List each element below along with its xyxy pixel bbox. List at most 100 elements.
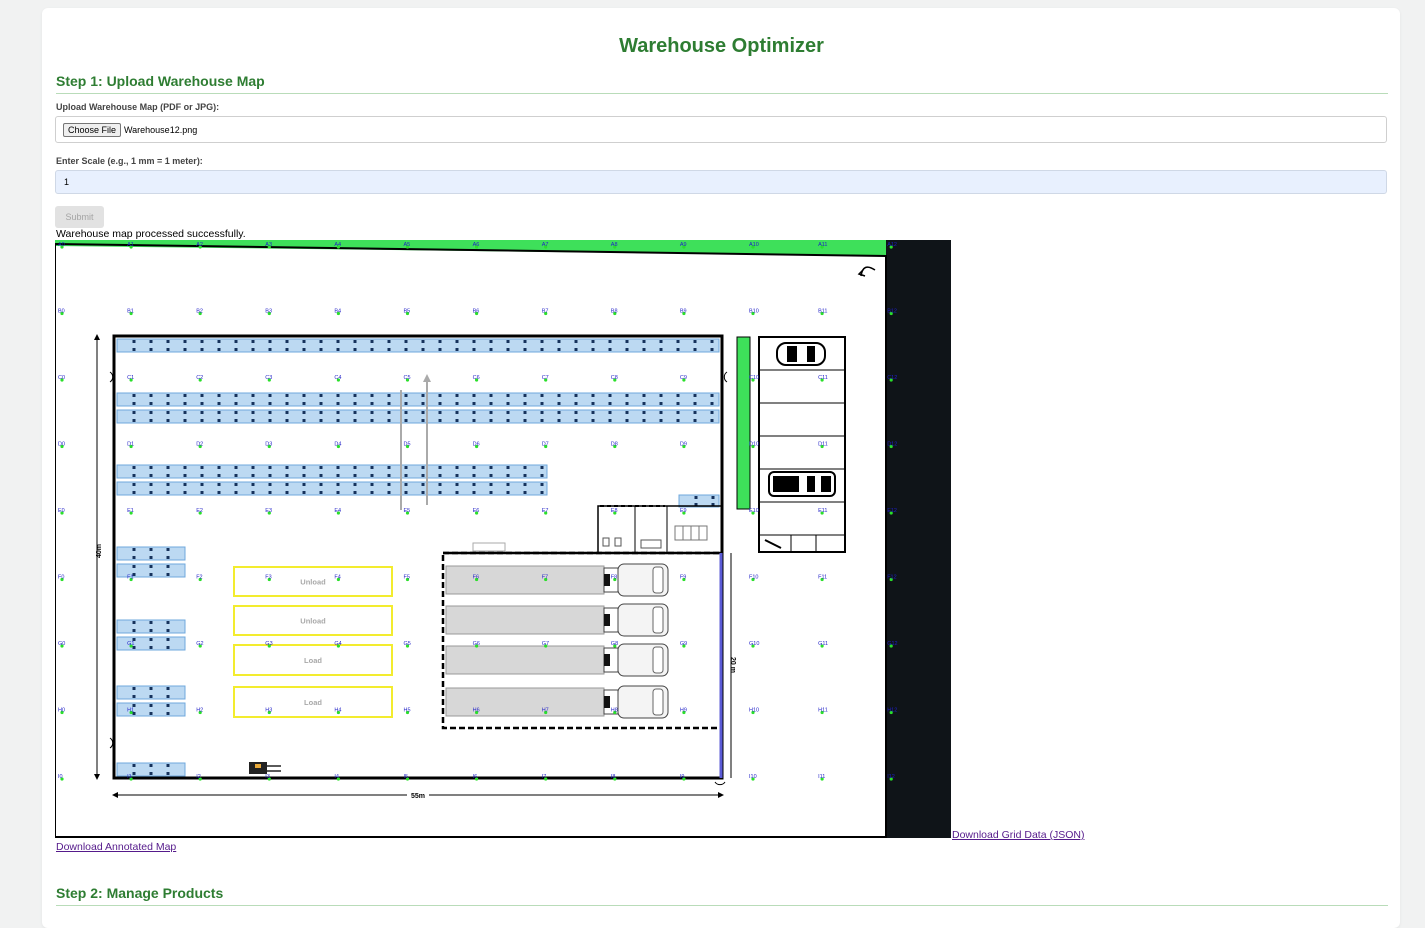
grid-cell-marker: F3 xyxy=(265,575,272,582)
grid-cell-marker: A7 xyxy=(542,242,548,249)
rack-unit xyxy=(116,481,548,496)
grid-cell-marker: G11 xyxy=(818,641,828,648)
grid-cell-marker: A12 xyxy=(887,242,897,249)
grid-cell-label: E3 xyxy=(265,508,272,514)
grid-cell-label: B11 xyxy=(818,309,827,315)
grid-cell-marker: A8 xyxy=(611,242,618,249)
forklift-icon xyxy=(249,762,281,774)
grid-cell-marker: D10 xyxy=(749,442,759,449)
grid-cell-marker: D9 xyxy=(680,442,687,449)
grid-cell-label: E0 xyxy=(58,508,65,514)
grid-cell-marker: C1 xyxy=(127,375,134,382)
grid-cell-marker: H10 xyxy=(749,708,759,715)
grid-cell-marker: E9 xyxy=(680,508,687,515)
grid-cell-marker: H4 xyxy=(334,708,341,715)
grid-cell-marker: G2 xyxy=(196,641,204,648)
grid-cell-label: F3 xyxy=(265,575,271,581)
grid-cell-label: C9 xyxy=(680,375,687,381)
grid-cell-label: H7 xyxy=(542,708,549,714)
grid-cell-label: E10 xyxy=(749,508,759,514)
grid-cell-label: E2 xyxy=(196,508,203,514)
bike-icon xyxy=(764,539,782,549)
grid-cell-label: E4 xyxy=(334,508,341,514)
grid-cell-marker: A3 xyxy=(265,242,272,249)
grid-cell-marker: C5 xyxy=(404,375,411,382)
grid-cell-label: F4 xyxy=(334,575,340,581)
grid-cell-label: C8 xyxy=(611,375,618,381)
grid-cell-label: G0 xyxy=(58,641,65,647)
submit-button[interactable]: Submit xyxy=(55,206,104,228)
grid-cell-marker: F10 xyxy=(749,575,758,582)
grid-cell-label: E12 xyxy=(887,508,897,514)
grid-cell-marker: A11 xyxy=(818,242,827,249)
annotated-warehouse-map: Unload Unload Load Load 40m 55m 20 m A0 A1 A2… xyxy=(55,240,951,838)
scale-label: Enter Scale (e.g., 1 mm = 1 meter): xyxy=(56,156,203,166)
rack-unit xyxy=(116,546,186,561)
grid-cell-label: G1 xyxy=(127,641,134,647)
dock-truck xyxy=(445,563,669,597)
grid-cell-marker: C11 xyxy=(818,375,828,382)
grid-cell-marker: G10 xyxy=(749,641,759,648)
grid-cell-marker: B6 xyxy=(473,309,479,316)
grid-cell-marker: F6 xyxy=(473,575,479,582)
grid-cell-label: I4 xyxy=(334,774,339,780)
height-dimension-label: 40m xyxy=(96,544,103,558)
grid-cell-label: C0 xyxy=(58,375,65,381)
grid-cell-marker: D0 xyxy=(58,442,65,449)
grid-cell-label: A10 xyxy=(749,242,759,248)
grid-cell-label: B12 xyxy=(887,309,897,315)
grid-cell-marker: G8 xyxy=(611,641,618,648)
grid-cell-label: I10 xyxy=(749,774,757,780)
grid-cell-label: B2 xyxy=(196,309,203,315)
grid-cell-label: I7 xyxy=(542,774,547,780)
grid-cell-label: H0 xyxy=(58,708,65,714)
download-annotated-map-link[interactable]: Download Annotated Map xyxy=(56,841,176,853)
grid-cell-marker: C8 xyxy=(611,375,618,382)
rack-unit xyxy=(116,464,548,479)
door-icon xyxy=(109,371,114,383)
selected-file-name: Warehouse12.png xyxy=(124,125,198,135)
grid-cell-marker: F11 xyxy=(818,575,827,582)
download-grid-json-link[interactable]: Download Grid Data (JSON) xyxy=(952,829,1084,841)
grid-cell-label: A9 xyxy=(680,242,687,248)
grid-cell-label: F0 xyxy=(58,575,64,581)
grid-cell-label: A11 xyxy=(818,242,827,248)
grid-cell-marker: E3 xyxy=(265,508,272,515)
grid-cell-label: F11 xyxy=(818,575,827,581)
loading-zones: Unload Unload Load Load xyxy=(233,566,393,718)
grid-cell-marker: B11 xyxy=(818,309,827,316)
grid-cell-label: B7 xyxy=(542,309,549,315)
grid-cell-label: D6 xyxy=(473,442,480,448)
file-input[interactable]: Choose File Warehouse12.png xyxy=(55,116,1387,143)
grid-cell-marker: G7 xyxy=(542,641,549,648)
grid-cell-label: D1 xyxy=(127,442,134,448)
grid-cell-label: B1 xyxy=(127,309,134,315)
grid-cell-label: H1 xyxy=(127,708,134,714)
grid-cell-label: I9 xyxy=(680,774,685,780)
grid-cell-label: E6 xyxy=(473,508,480,514)
grid-cell-label: H10 xyxy=(749,708,759,714)
grid-cell-marker: A5 xyxy=(404,242,410,249)
upload-label: Upload Warehouse Map (PDF or JPG): xyxy=(56,102,220,112)
grid-cell-marker: G6 xyxy=(473,641,480,648)
grid-cell-label: G9 xyxy=(680,641,687,647)
rack-unit xyxy=(116,392,720,407)
choose-file-button[interactable]: Choose File xyxy=(63,123,122,137)
grid-cell-label: E1 xyxy=(127,508,134,514)
grid-cell-marker: A2 xyxy=(196,242,203,249)
loading-zone: Unload xyxy=(233,605,393,636)
loading-zone: Unload xyxy=(233,566,393,597)
grid-cell-label: D10 xyxy=(749,442,759,448)
grid-cell-marker: A9 xyxy=(680,242,687,249)
grid-cell-label: D12 xyxy=(887,442,897,448)
grid-cell-label: D11 xyxy=(818,442,828,448)
grid-cell-label: C6 xyxy=(473,375,480,381)
grid-cell-label: G4 xyxy=(334,641,341,647)
grid-cell-marker: D11 xyxy=(818,442,828,449)
grid-cell-marker: G0 xyxy=(58,641,65,648)
grid-cell-marker: C7 xyxy=(542,375,549,382)
grid-cell-marker: F12 xyxy=(887,575,897,582)
scale-input[interactable] xyxy=(55,170,1387,194)
grid-cell-label: A3 xyxy=(265,242,272,248)
grid-cell-label: C12 xyxy=(887,375,897,381)
